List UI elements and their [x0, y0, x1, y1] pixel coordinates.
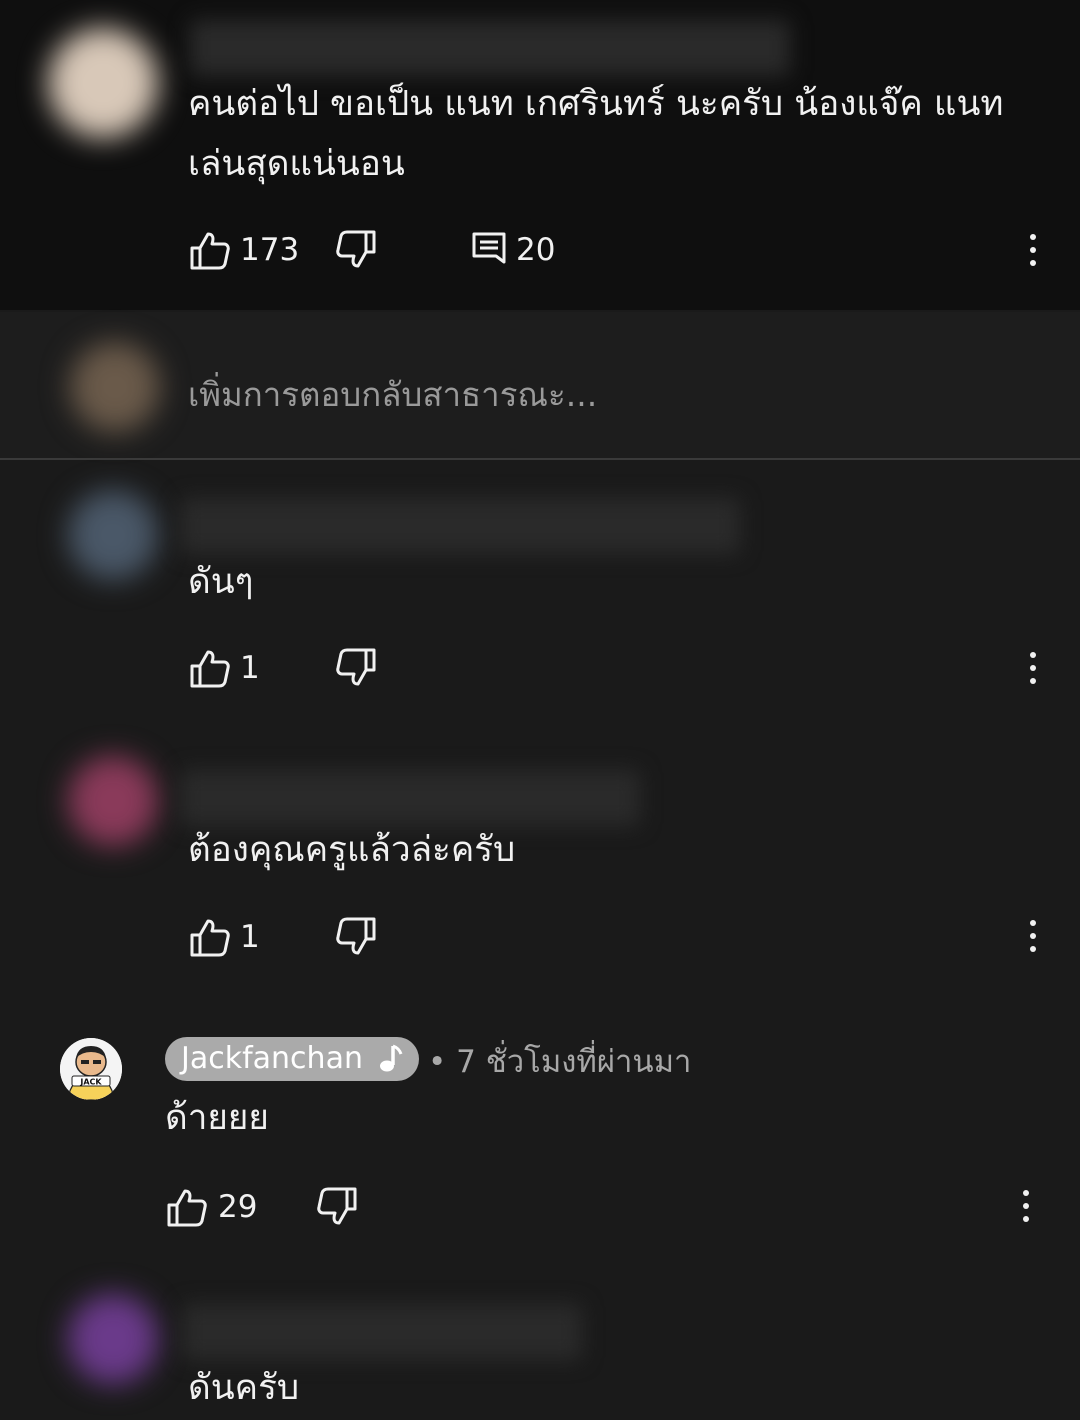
jack-logo-icon: JACK [60, 1038, 122, 1100]
music-note-icon [380, 1044, 403, 1072]
highlighted-comment: คนต่อไป ขอเป็น แนท เกศรินทร์ นะครับ น้อง… [0, 0, 1080, 310]
more-vert-icon[interactable] [1023, 916, 1043, 956]
divider [0, 458, 1080, 460]
thumbs-up-icon[interactable] [188, 915, 232, 959]
avatar [70, 342, 160, 432]
thumbs-down-icon[interactable] [334, 646, 378, 690]
author-name-chip[interactable]: Jackfanchan [165, 1037, 419, 1081]
like-count: 173 [240, 232, 300, 268]
more-vert-icon[interactable] [1016, 1186, 1036, 1226]
reply-box: เพิ่มการตอบกลับสาธารณะ... [0, 312, 1080, 458]
avatar[interactable] [68, 756, 158, 846]
channel-avatar[interactable]: JACK [60, 1038, 122, 1100]
comment-text: ดันๆ [188, 562, 254, 602]
avatar[interactable] [48, 28, 158, 138]
author-name: Jackfanchan [181, 1041, 363, 1076]
avatar[interactable] [68, 1294, 158, 1384]
comment-icon[interactable] [468, 228, 512, 272]
comment-text-line-2: เล่นสุดแน่นอน [188, 144, 405, 184]
thumbs-down-icon[interactable] [334, 228, 378, 272]
like-count: 1 [240, 919, 260, 955]
avatar[interactable] [68, 490, 158, 580]
thumbs-up-icon[interactable] [188, 228, 232, 272]
reply-input[interactable]: เพิ่มการตอบกลับสาธารณะ... [188, 368, 597, 421]
thumbs-down-icon[interactable] [315, 1185, 359, 1229]
comment-actions: 29 [165, 1185, 465, 1229]
comments-screen: คนต่อไป ขอเป็น แนท เกศรินทร์ นะครับ น้อง… [0, 0, 1080, 1420]
like-count: 1 [240, 650, 260, 686]
comment-timestamp: • 7 ชั่วโมงที่ผ่านมา [428, 1044, 692, 1080]
thumbs-up-icon[interactable] [165, 1185, 209, 1229]
comment-actions: 1 [188, 646, 488, 690]
more-vert-icon[interactable] [1023, 648, 1043, 688]
author-name-blurred[interactable] [190, 20, 790, 76]
author-name-blurred[interactable] [180, 770, 640, 826]
author-name-blurred[interactable] [182, 1304, 582, 1360]
reply-count: 20 [516, 232, 556, 268]
thumbs-down-icon[interactable] [334, 915, 378, 959]
comment-actions: 1 [188, 915, 488, 959]
comment-actions: 173 20 [188, 228, 1048, 272]
thumbs-up-icon[interactable] [188, 646, 232, 690]
more-vert-icon[interactable] [1023, 230, 1043, 270]
comment-text: ดันครับ [188, 1368, 300, 1408]
comment-text-line-1: คนต่อไป ขอเป็น แนท เกศรินทร์ นะครับ น้อง… [188, 84, 1004, 124]
svg-text:JACK: JACK [79, 1078, 102, 1087]
author-name-blurred[interactable] [180, 498, 740, 554]
comment-text: ด้ายยย [165, 1098, 269, 1138]
comment-text: ต้องคุณครูแล้วล่ะครับ [188, 830, 516, 870]
like-count: 29 [218, 1189, 258, 1225]
